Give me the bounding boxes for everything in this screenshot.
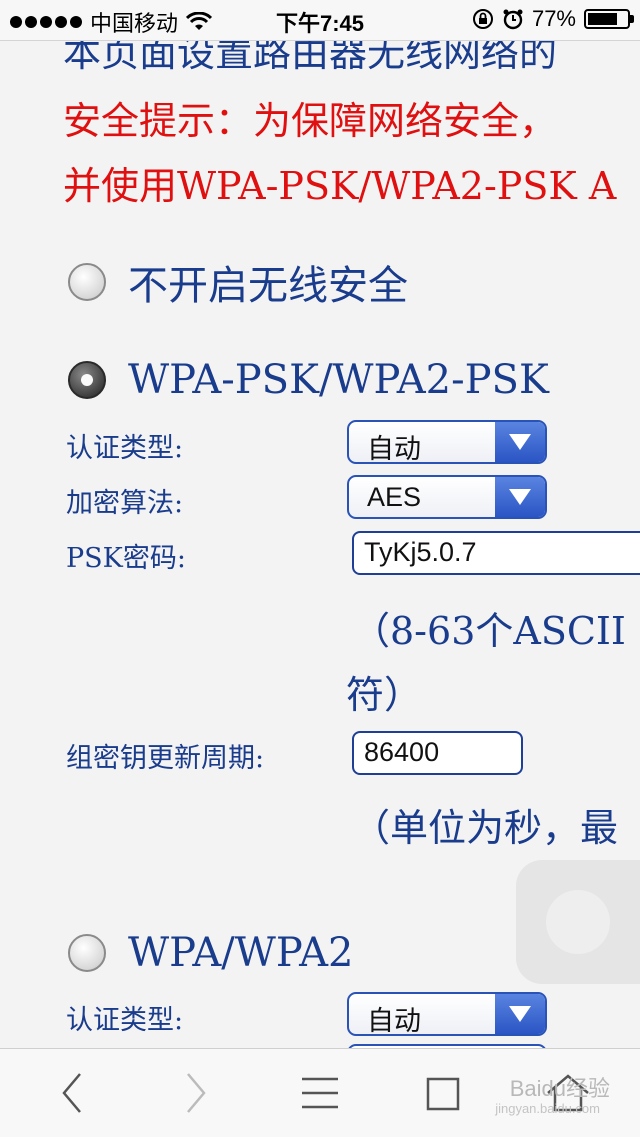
forward-button[interactable] — [166, 1067, 226, 1119]
assistive-touch-button[interactable] — [516, 860, 640, 984]
menu-icon — [302, 1077, 338, 1109]
baidu-watermark-url: jingyan.baidu.com — [495, 1101, 600, 1116]
psk-password-hint-2: 符） — [346, 673, 423, 717]
alarm-icon — [503, 9, 523, 30]
assistive-touch-icon — [546, 890, 610, 954]
wpa-auth-type-select[interactable]: 自动 — [347, 992, 547, 1036]
intro-text: 本页面设置路由器无线网络的 — [63, 40, 558, 75]
psk-password-hint-1: （8-63个ASCII — [352, 609, 626, 653]
tabs-button[interactable] — [414, 1067, 474, 1119]
wpa-auth-type-value: 自动 — [367, 1006, 421, 1036]
browser-toolbar: Baidu经验 jingyan.baidu.com — [0, 1048, 640, 1137]
psk-auth-type-value: 自动 — [367, 434, 421, 464]
psk-encryption-value: AES — [367, 482, 422, 512]
psk-encryption-label: 加密算法: — [66, 488, 184, 519]
chevron-down-icon — [495, 994, 545, 1034]
psk-auth-type-select[interactable]: 自动 — [347, 420, 547, 464]
back-icon — [62, 1073, 81, 1113]
psk-auth-type-label: 认证类型: — [66, 433, 184, 464]
menu-button[interactable] — [290, 1067, 350, 1119]
forward-icon — [187, 1073, 206, 1113]
option-wpa-psk-label: WPA-PSK/WPA2-PSK — [128, 357, 549, 403]
radio-wpa[interactable] — [68, 934, 106, 972]
option-wpa-label: WPA/WPA2 — [128, 930, 354, 976]
tabs-icon — [426, 1077, 460, 1111]
psk-encryption-select[interactable]: AES — [347, 475, 547, 519]
psk-password-input[interactable]: TyKj5.0.7 — [352, 531, 640, 575]
radio-no-security[interactable] — [68, 263, 106, 301]
baidu-watermark: Baidu经验 — [509, 1076, 610, 1101]
chevron-down-icon — [495, 422, 545, 462]
psk-password-label: PSK密码: — [66, 543, 186, 574]
battery-icon — [584, 9, 634, 29]
option-wpa[interactable]: WPA/WPA2 — [68, 930, 353, 976]
rotation-lock-icon — [472, 9, 493, 29]
option-no-security-label: 不开启无线安全 — [128, 263, 408, 309]
chevron-down-icon — [495, 477, 545, 517]
battery-percent: 77% — [531, 6, 576, 31]
group-key-period-label: 组密钥更新周期: — [66, 743, 265, 774]
group-key-period-input[interactable]: 86400 — [352, 731, 523, 775]
back-button[interactable] — [42, 1067, 102, 1119]
security-warning-line-2: 并使用WPA-PSK/WPA2-PSK A — [63, 164, 617, 208]
wpa-auth-type-label: 认证类型: — [66, 1005, 184, 1036]
status-right: 77% — [472, 6, 634, 32]
security-warning-line-1: 安全提示：为保障网络安全， — [63, 99, 558, 143]
option-no-security[interactable]: 不开启无线安全 — [68, 253, 408, 311]
radio-wpa-psk[interactable] — [68, 361, 106, 399]
group-key-period-hint: （单位为秒，最 — [352, 806, 619, 850]
status-bar: 中国移动 下午7:45 77% — [0, 0, 640, 41]
option-wpa-psk[interactable]: WPA-PSK/WPA2-PSK — [68, 357, 549, 403]
